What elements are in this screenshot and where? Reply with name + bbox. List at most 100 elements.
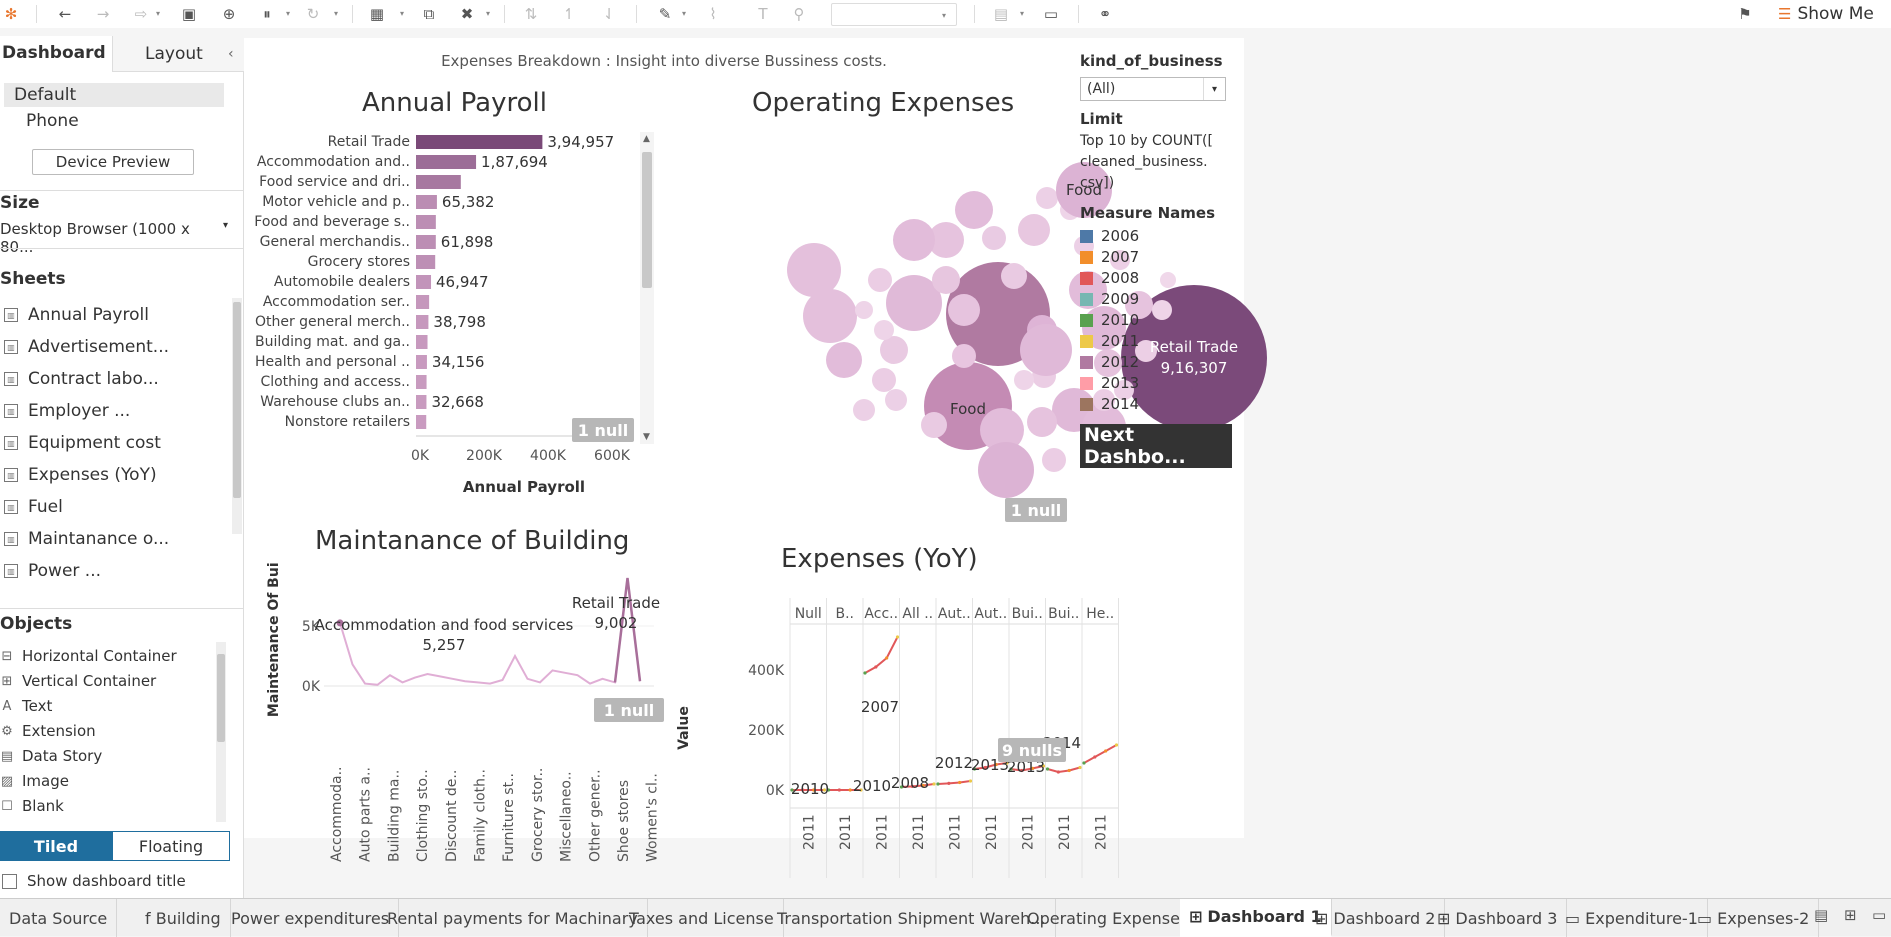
pin-panel-icon[interactable]: ⚑ bbox=[1734, 3, 1756, 25]
device-default[interactable]: Default bbox=[4, 83, 224, 107]
yoy-point[interactable] bbox=[895, 635, 900, 639]
duplicate-icon[interactable]: ⧉ bbox=[418, 3, 440, 25]
sheet-tab[interactable]: Taxes and License bbox=[620, 899, 784, 937]
yoy-point[interactable] bbox=[947, 781, 951, 785]
legend-item[interactable]: 2008 bbox=[1080, 268, 1139, 288]
expense-bubble[interactable] bbox=[803, 289, 857, 343]
scrollbar-thumb[interactable] bbox=[642, 152, 652, 288]
sheet-item[interactable]: ▥ Employer ... bbox=[0, 396, 230, 426]
chevron-down-icon[interactable]: ▾ bbox=[486, 9, 490, 18]
sheet-tab[interactable]: ⊞ Dashboard 2 bbox=[1306, 899, 1446, 937]
floating-button[interactable]: Floating bbox=[112, 831, 230, 861]
yoy-point[interactable] bbox=[1082, 761, 1086, 765]
scroll-down-icon[interactable]: ▼ bbox=[643, 432, 650, 442]
collapse-icon[interactable]: ‹ bbox=[228, 46, 234, 62]
legend-item[interactable]: 2010 bbox=[1080, 310, 1139, 330]
clear-sheet-icon[interactable]: ✖ bbox=[456, 3, 478, 25]
legend-item[interactable]: 2009 bbox=[1080, 289, 1139, 309]
payroll-bar[interactable] bbox=[416, 315, 429, 329]
undo-icon[interactable]: ← bbox=[54, 3, 76, 25]
sheet-tab[interactable]: ▭ Expenditure-1 bbox=[1556, 899, 1708, 937]
chevron-down-icon[interactable]: ▾ bbox=[1203, 78, 1225, 100]
yoy-point[interactable] bbox=[936, 782, 940, 786]
yoy-point[interactable] bbox=[1045, 767, 1050, 771]
object-item[interactable]: ⚙ Extension bbox=[0, 719, 220, 743]
yoy-point[interactable] bbox=[1056, 770, 1060, 774]
size-select[interactable]: Desktop Browser (1000 x 80... ▾ bbox=[0, 220, 228, 256]
business-filter-dropdown[interactable]: (All) ▾ bbox=[1080, 77, 1226, 101]
expense-bubble[interactable] bbox=[880, 336, 908, 364]
swap-icon[interactable]: ⇅ bbox=[520, 3, 542, 25]
expense-bubble[interactable] bbox=[1001, 263, 1027, 289]
yoy-point[interactable] bbox=[968, 779, 973, 783]
tab-layout[interactable]: Layout ‹ bbox=[112, 36, 244, 72]
expense-bubble[interactable] bbox=[855, 301, 873, 319]
chevron-down-icon[interactable]: ▾ bbox=[400, 9, 404, 18]
expense-bubble[interactable] bbox=[932, 266, 960, 294]
legend-item[interactable]: 2006 bbox=[1080, 226, 1139, 246]
sheet-tab[interactable]: f Building bbox=[136, 899, 231, 937]
scrollbar-thumb[interactable] bbox=[233, 302, 241, 498]
sheet-tab[interactable]: Data Source bbox=[0, 899, 118, 937]
legend-item[interactable]: 2007 bbox=[1080, 247, 1139, 267]
payroll-bar[interactable] bbox=[416, 395, 427, 409]
tableau-logo-icon[interactable]: ✻ bbox=[0, 3, 22, 25]
checkbox-icon[interactable] bbox=[2, 873, 17, 889]
yoy-point[interactable] bbox=[1104, 749, 1108, 753]
yoy-point[interactable] bbox=[848, 788, 852, 792]
yoy-series-line[interactable] bbox=[1083, 744, 1117, 764]
labels-icon[interactable]: T bbox=[752, 3, 774, 25]
chevron-down-icon[interactable]: ▾ bbox=[286, 9, 290, 18]
expense-bubble[interactable] bbox=[826, 342, 862, 378]
expense-bubble[interactable] bbox=[955, 191, 993, 229]
new-story-icon[interactable]: ▭ bbox=[1872, 906, 1886, 924]
yoy-point[interactable] bbox=[885, 656, 889, 660]
expense-bubble[interactable] bbox=[787, 243, 841, 297]
sheet-tab[interactable]: Transportation Shipment Wareh... bbox=[768, 899, 1056, 937]
operating-expenses-chart[interactable]: Retail Trade9,16,307FoodFood bbox=[664, 130, 1324, 530]
yoy-point[interactable] bbox=[958, 780, 962, 785]
yoy-series-line[interactable] bbox=[937, 780, 971, 785]
new-datasource-icon[interactable]: ⊕ bbox=[218, 3, 240, 25]
payroll-bar[interactable] bbox=[416, 415, 427, 429]
expense-bubble[interactable] bbox=[853, 399, 875, 421]
sheet-item[interactable]: ▥ Equipment cost bbox=[0, 428, 230, 458]
expense-bubble[interactable] bbox=[885, 389, 907, 411]
annual-payroll-chart[interactable]: Retail Trade 3,94,957 Accommodation and.. 1… bbox=[244, 130, 664, 550]
expense-bubble[interactable] bbox=[982, 226, 1006, 250]
payroll-bar[interactable] bbox=[416, 155, 477, 169]
refresh-icon[interactable]: ↻ bbox=[302, 3, 324, 25]
object-item[interactable]: ☐ Blank bbox=[0, 794, 220, 818]
sheet-tab[interactable]: ⊞ Dashboard 3 bbox=[1428, 899, 1568, 937]
expense-bubble[interactable] bbox=[1042, 448, 1066, 472]
sheet-item[interactable]: ▥ Annual Payroll bbox=[0, 300, 230, 330]
sheet-tab[interactable]: Operating Expenses bbox=[1018, 899, 1199, 937]
payroll-bar[interactable] bbox=[416, 235, 436, 249]
objects-scrollbar[interactable] bbox=[216, 642, 226, 822]
sheet-tab[interactable]: Power expenditures bbox=[222, 899, 400, 937]
tiled-button[interactable]: Tiled bbox=[0, 831, 112, 861]
new-dashboard-icon[interactable]: ⊞ bbox=[1844, 906, 1857, 924]
yoy-point[interactable] bbox=[874, 665, 878, 669]
object-item[interactable]: ▤ Data Story bbox=[0, 744, 220, 768]
new-sheet-icon[interactable]: ▤ bbox=[1814, 906, 1828, 924]
expense-bubble[interactable] bbox=[893, 219, 935, 261]
expense-bubble[interactable] bbox=[1036, 187, 1058, 209]
payroll-bar[interactable] bbox=[416, 135, 543, 149]
null-badge[interactable]: 1 null bbox=[1005, 498, 1067, 522]
sheet-item[interactable]: ▥ Contract labo... bbox=[0, 364, 230, 394]
object-item[interactable]: ▨ Image bbox=[0, 769, 220, 793]
yoy-point[interactable] bbox=[1114, 743, 1119, 747]
yoy-series-line[interactable] bbox=[864, 636, 899, 674]
yoy-series-line[interactable] bbox=[1047, 766, 1081, 774]
save-icon[interactable]: ▣ bbox=[178, 3, 200, 25]
sheet-item[interactable]: ▥ Fuel bbox=[0, 492, 230, 522]
expense-bubble[interactable] bbox=[1018, 214, 1050, 246]
object-item[interactable]: ⊟ Horizontal Container bbox=[0, 644, 220, 668]
payroll-bar[interactable] bbox=[416, 335, 428, 349]
new-worksheet-icon[interactable]: ▦ bbox=[366, 3, 388, 25]
object-item[interactable]: A Text bbox=[0, 694, 220, 718]
pin-icon[interactable]: ⚲ bbox=[788, 3, 810, 25]
sheets-scrollbar[interactable] bbox=[232, 298, 242, 534]
payroll-scrollbar[interactable]: ▲ ▼ bbox=[640, 132, 654, 444]
